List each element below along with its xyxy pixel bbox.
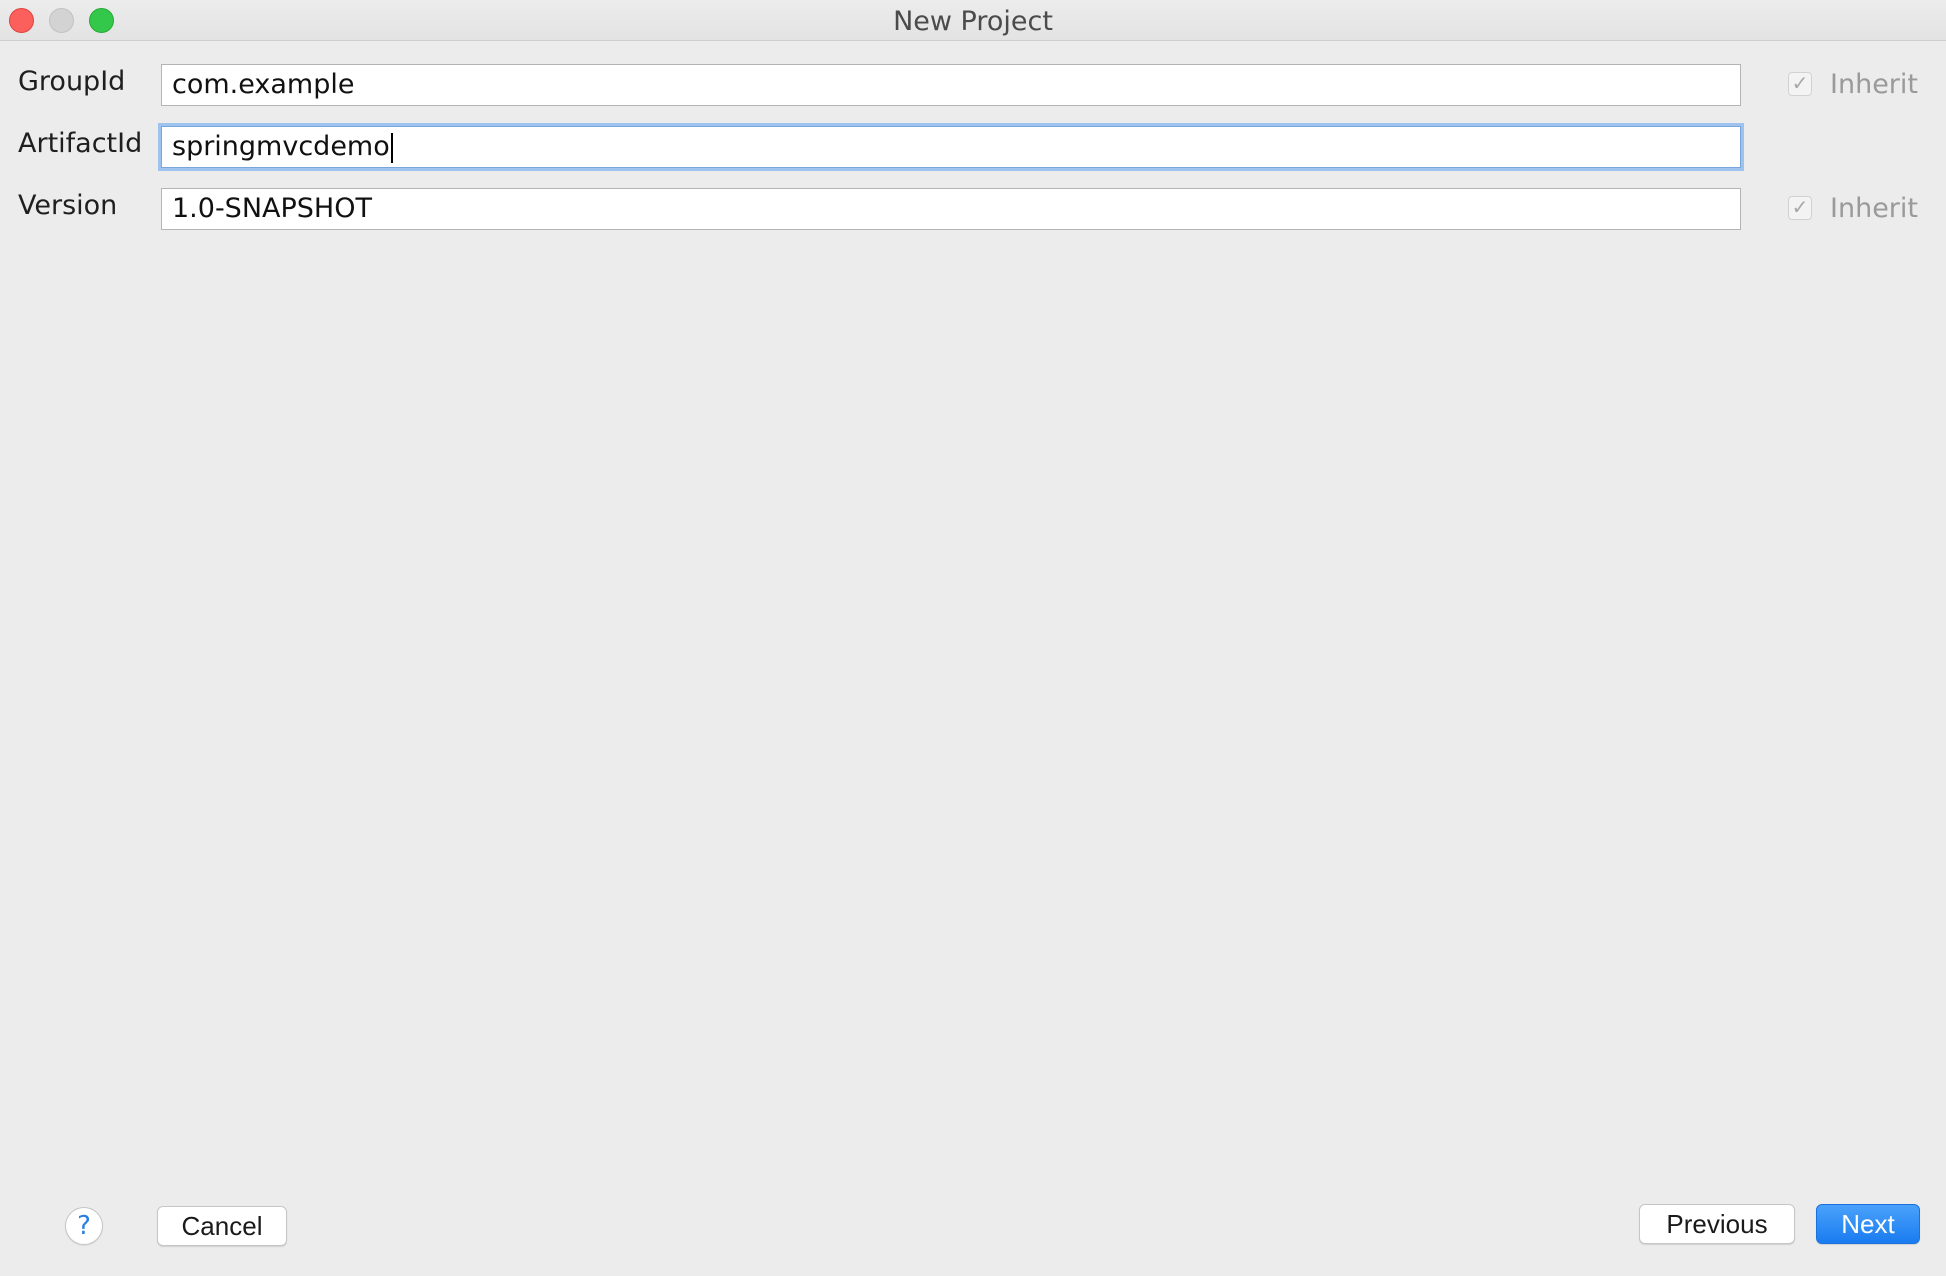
- artifactid-label: ArtifactId: [18, 128, 143, 159]
- help-icon: ?: [77, 1211, 91, 1241]
- version-input[interactable]: 1.0-SNAPSHOT: [161, 188, 1741, 230]
- next-button[interactable]: Next: [1816, 1204, 1920, 1244]
- groupid-inherit-label: Inherit: [1830, 68, 1918, 100]
- groupid-inherit-checkbox[interactable]: ✓ Inherit: [1788, 68, 1918, 100]
- groupid-label: GroupId: [18, 66, 126, 97]
- cancel-button[interactable]: Cancel: [157, 1206, 287, 1246]
- title-bar: New Project: [0, 0, 1946, 41]
- version-inherit-checkbox[interactable]: ✓ Inherit: [1788, 192, 1918, 224]
- checkmark-icon: ✓: [1788, 72, 1812, 96]
- previous-button[interactable]: Previous: [1639, 1204, 1795, 1244]
- text-cursor: [390, 132, 393, 163]
- help-button[interactable]: ?: [65, 1207, 103, 1245]
- new-project-window: New Project GroupId com.example ✓ Inheri…: [0, 0, 1946, 1276]
- version-value: 1.0-SNAPSHOT: [172, 193, 372, 224]
- window-title: New Project: [893, 6, 1053, 37]
- groupid-value: com.example: [172, 69, 355, 100]
- version-label: Version: [18, 190, 118, 221]
- groupid-input[interactable]: com.example: [161, 64, 1741, 106]
- version-inherit-label: Inherit: [1830, 192, 1918, 224]
- artifactid-value: springmvcdemo: [172, 131, 390, 162]
- artifactid-input[interactable]: springmvcdemo: [161, 126, 1741, 168]
- checkmark-icon: ✓: [1788, 196, 1812, 220]
